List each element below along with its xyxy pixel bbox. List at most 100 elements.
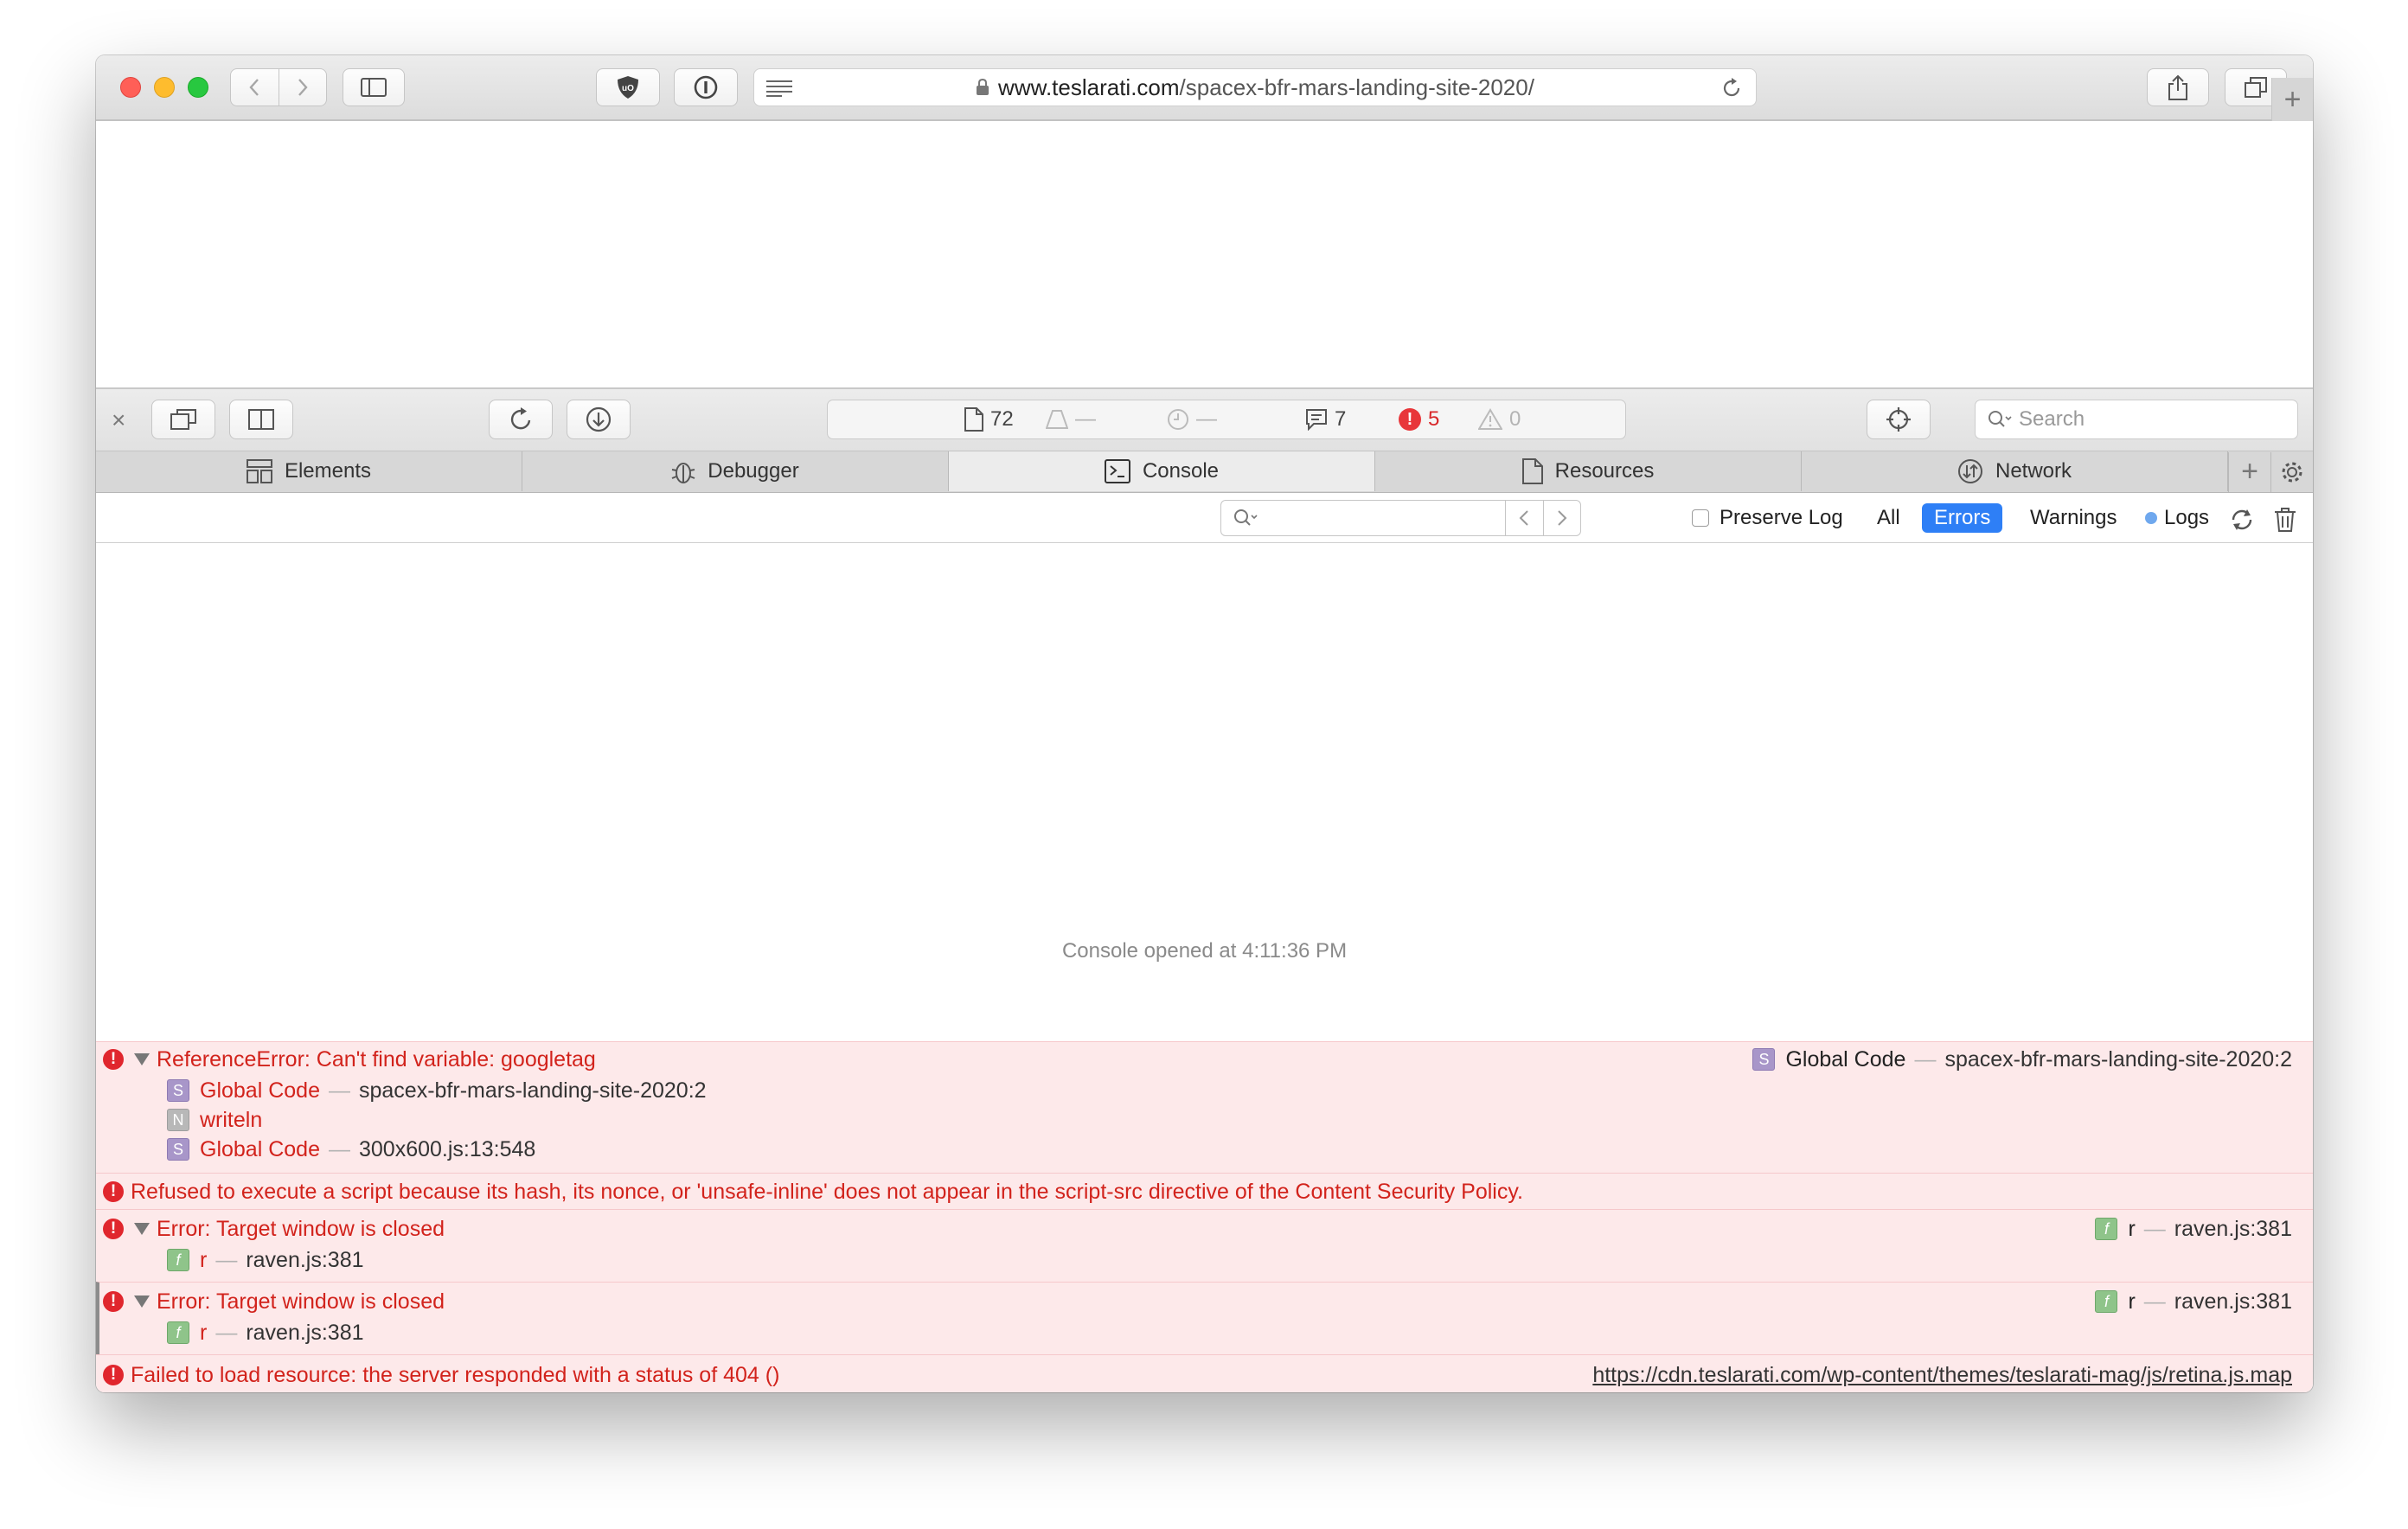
element-picker-button[interactable] [1867, 400, 1931, 439]
filter-nav [1505, 501, 1580, 535]
disclosure-triangle-icon[interactable] [134, 1223, 150, 1235]
tab-console[interactable]: Console [949, 451, 1375, 491]
separator: — [215, 1247, 238, 1272]
warning-triangle-icon [1478, 408, 1502, 430]
stack-frame[interactable]: S Global Code — 300x600.js:13:548 [167, 1134, 535, 1165]
filter-logs[interactable]: Logs [2133, 503, 2221, 533]
new-tab-button[interactable]: + [2271, 78, 2313, 121]
tab-console-label: Console [1142, 459, 1220, 483]
svg-text:uO: uO [622, 84, 634, 93]
message-text: Error: Target window is closed [157, 1289, 445, 1314]
error-count-value: 5 [1428, 407, 1440, 431]
share-button[interactable] [2147, 68, 2209, 106]
stack-frame[interactable]: S Global Code — spacex-bfr-mars-landing-… [167, 1075, 707, 1106]
search-placeholder: Search [2019, 407, 2085, 431]
filter-warnings[interactable]: Warnings [2018, 503, 2129, 533]
settings-button[interactable] [2270, 451, 2313, 492]
message-source[interactable]: f r — raven.js:381 [2095, 1213, 2292, 1244]
detach-inspector-button[interactable] [151, 400, 215, 439]
resource-size[interactable]: — [1046, 400, 1096, 438]
close-inspector-button[interactable]: × [112, 408, 125, 432]
stack-frame[interactable]: f r — raven.js:381 [167, 1317, 364, 1348]
stack-frame[interactable]: N writeln [167, 1104, 262, 1136]
filter-all[interactable]: All [1865, 503, 1912, 533]
zoom-window-button[interactable] [188, 77, 208, 98]
console-message-error[interactable]: ! Failed to load resource: the server re… [96, 1354, 2313, 1392]
reload-icon [510, 407, 531, 430]
warning-count[interactable]: 0 [1478, 400, 1521, 438]
ublock-extension-button[interactable]: uO [596, 68, 660, 106]
trash-icon[interactable] [2274, 507, 2296, 533]
next-match-button[interactable] [1542, 501, 1581, 535]
address-bar[interactable]: www.teslarati.com/spacex-bfr-mars-landin… [753, 68, 1757, 106]
resource-count[interactable]: 72 [964, 400, 1014, 438]
previous-match-button[interactable] [1506, 501, 1543, 535]
source-link[interactable]: https://cdn.teslarati.com/wp-content/the… [1592, 1363, 2292, 1388]
back-button[interactable] [231, 69, 279, 106]
tab-network-label: Network [1995, 459, 2072, 483]
close-window-button[interactable] [120, 77, 141, 98]
tabs-icon [2245, 77, 2267, 98]
minimize-window-button[interactable] [154, 77, 175, 98]
separator: — [328, 1078, 350, 1103]
sidebar-button[interactable] [343, 68, 405, 106]
download-archive-button[interactable] [567, 400, 631, 439]
console-message-error[interactable]: ! ReferenceError: Can't find variable: g… [96, 1041, 2313, 1173]
gear-icon [2282, 462, 2302, 482]
reload-icon[interactable] [1721, 78, 1742, 99]
preserve-log-option[interactable]: Preserve Log [1692, 493, 1843, 543]
sidebar-icon [361, 78, 387, 97]
console-message-error[interactable]: ! Refused to execute a script because it… [96, 1173, 2313, 1209]
console-message-error[interactable]: ! Error: Target window is closed f r — r… [96, 1209, 2313, 1282]
source-location: raven.js:381 [2174, 1216, 2292, 1241]
message-source[interactable]: S Global Code — spacex-bfr-mars-landing-… [1752, 1044, 2292, 1075]
inspector-search-field[interactable]: Search [1975, 400, 2298, 439]
function-badge-icon: f [2095, 1218, 2118, 1240]
frame-function: Global Code [200, 1136, 320, 1161]
frame-location: 300x600.js:13:548 [358, 1136, 536, 1161]
resource-size-value: — [1075, 407, 1096, 431]
page-content[interactable] [96, 121, 2313, 389]
password-extension-button[interactable] [674, 68, 738, 106]
url-text: www.teslarati.com/spacex-bfr-mars-landin… [754, 69, 1756, 106]
stack-frame[interactable]: f r — raven.js:381 [167, 1244, 364, 1276]
tab-resources[interactable]: Resources [1375, 451, 1802, 491]
filter-errors[interactable]: Errors [1922, 503, 2003, 533]
disclosure-triangle-icon[interactable] [134, 1053, 150, 1065]
error-icon: ! [103, 1049, 124, 1070]
console-message-error-selected[interactable]: ! Error: Target window is closed f r — r… [96, 1282, 2313, 1354]
tab-debugger[interactable]: Debugger [522, 451, 949, 491]
message-source[interactable]: https://cdn.teslarati.com/wp-content/the… [1592, 1359, 2292, 1391]
console-icon [1104, 459, 1130, 483]
url-path: /spacex-bfr-mars-landing-site-2020/ [1179, 74, 1534, 100]
reload-page-button[interactable] [489, 400, 553, 439]
message-text: ReferenceError: Can't find variable: goo… [157, 1046, 596, 1072]
error-count[interactable]: ! 5 [1399, 400, 1439, 438]
preserve-log-checkbox[interactable] [1692, 509, 1709, 527]
console-filter-input[interactable] [1220, 500, 1581, 536]
clear-on-reload-icon[interactable] [2229, 507, 2255, 533]
dock-side-button[interactable] [229, 400, 293, 439]
message-text: Failed to load resource: the server resp… [131, 1362, 780, 1387]
console-filter-bar: Preserve Log All Errors Warnings Logs [96, 493, 2313, 543]
error-icon: ! [103, 1181, 124, 1202]
log-count-value: 7 [1335, 407, 1347, 431]
tab-elements[interactable]: Elements [96, 451, 522, 491]
speech-bubble-icon [1306, 409, 1327, 431]
load-time[interactable]: — [1167, 400, 1217, 438]
chevron-left-icon [249, 79, 259, 96]
tab-network[interactable]: Network [1802, 451, 2228, 491]
activity-dashboard[interactable]: 72 — — 7 ! 5 0 [827, 400, 1626, 439]
message-source[interactable]: f r — raven.js:381 [2095, 1286, 2292, 1317]
add-tab-button[interactable]: + [2228, 451, 2270, 492]
share-icon [2168, 74, 2187, 100]
console-output[interactable]: Console opened at 4:11:36 PM ! Reference… [96, 543, 2313, 1392]
function-badge-icon: f [167, 1249, 189, 1271]
log-count[interactable]: 7 [1305, 400, 1346, 438]
console-opened-timestamp: Console opened at 4:11:36 PM [1061, 939, 1348, 963]
script-badge-icon: S [167, 1138, 189, 1161]
disclosure-triangle-icon[interactable] [134, 1295, 150, 1308]
forward-button[interactable] [278, 69, 327, 106]
warning-count-value: 0 [1509, 407, 1521, 431]
frame-location: raven.js:381 [246, 1320, 364, 1345]
